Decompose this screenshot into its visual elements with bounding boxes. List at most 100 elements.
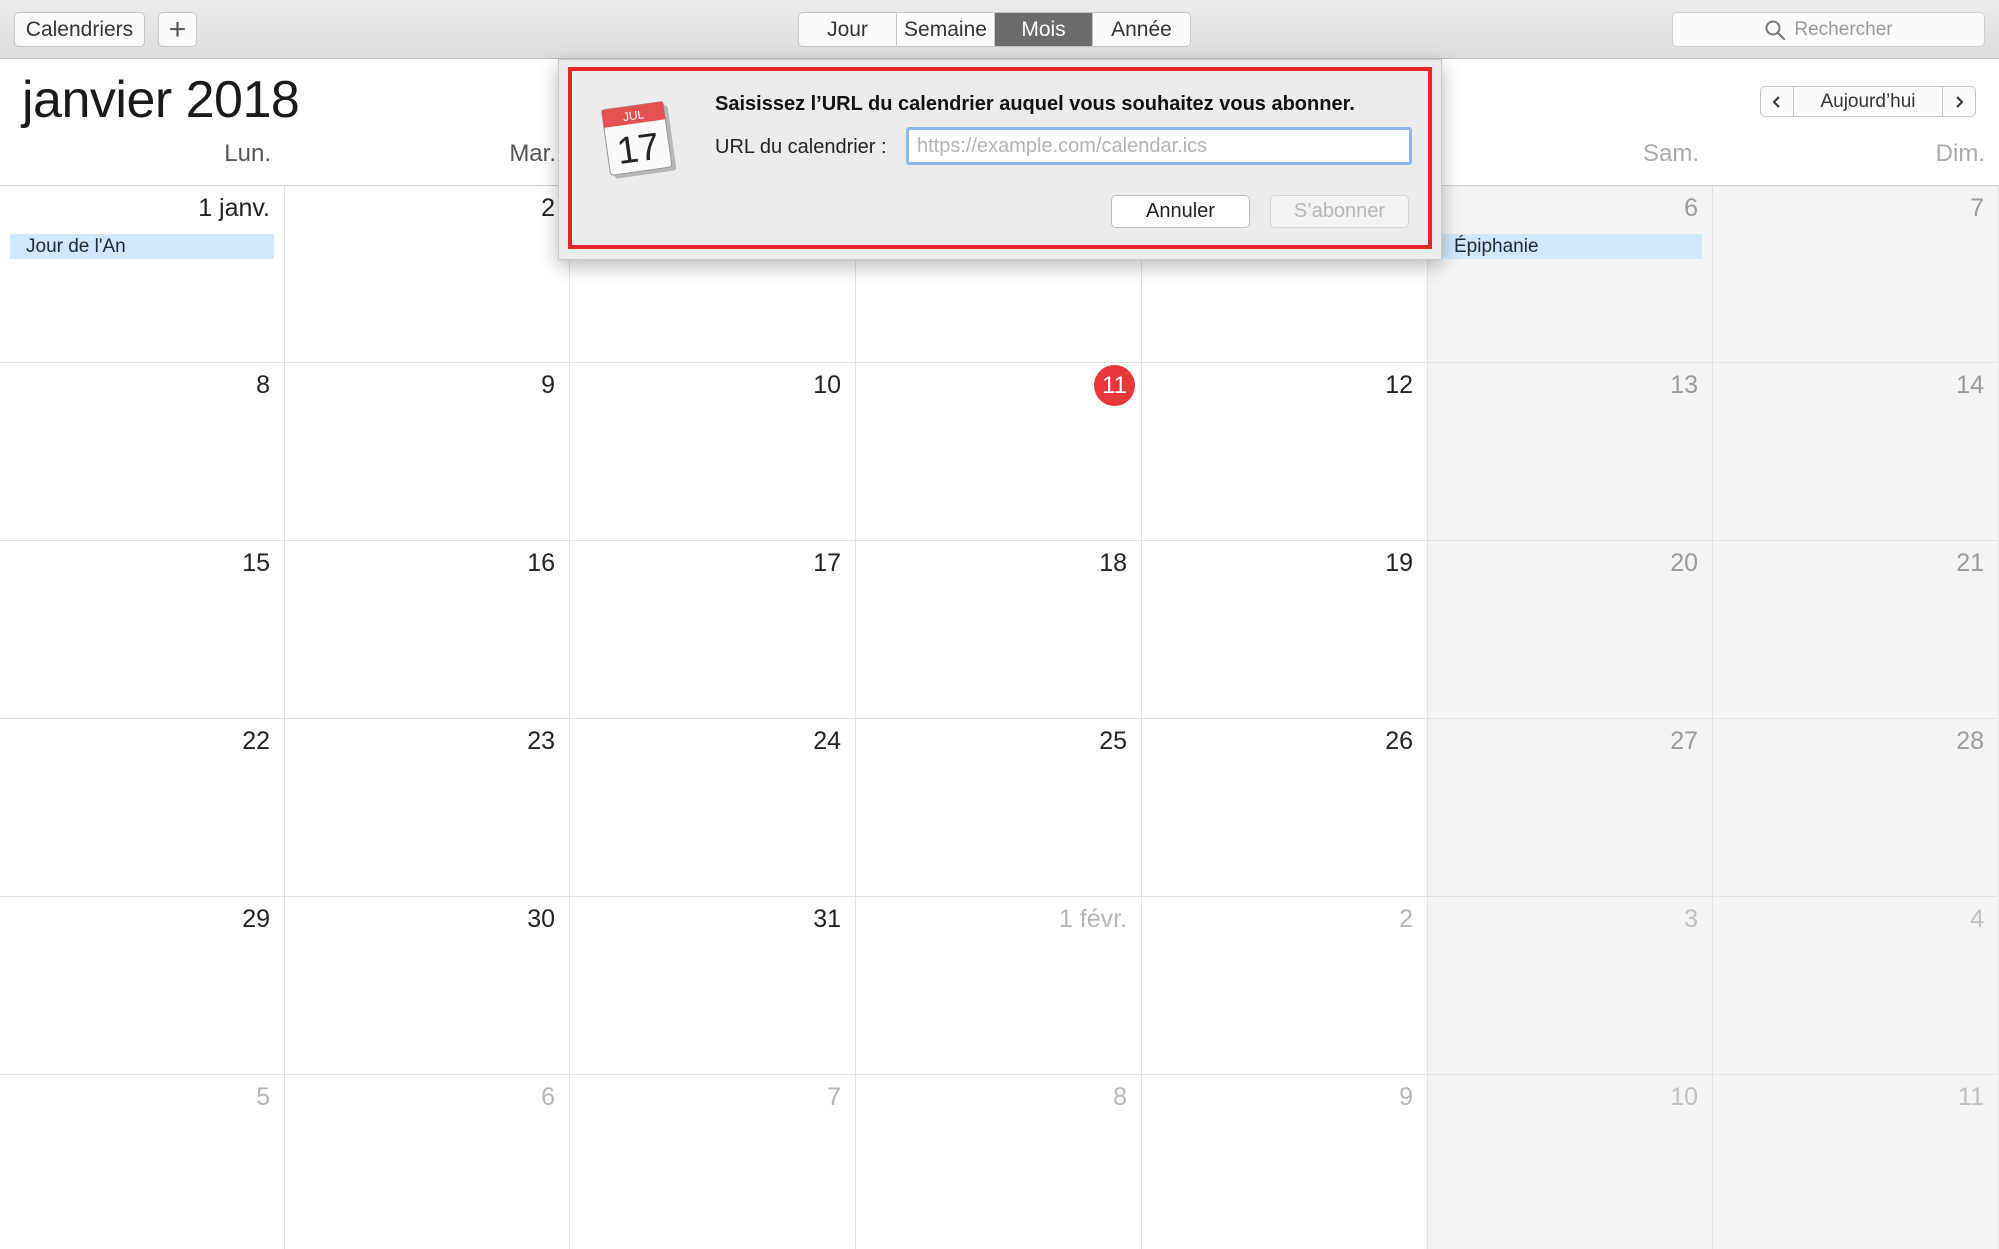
subscribe-button[interactable]: S’abonner (1270, 195, 1409, 228)
day-cell[interactable]: 28 (1713, 719, 1999, 897)
day-number: 7 (1970, 194, 1984, 222)
day-cell[interactable]: 18 (856, 541, 1142, 719)
search-placeholder: Rechercher (1794, 18, 1893, 40)
day-cell[interactable]: 31 (570, 897, 856, 1075)
day-number: 31 (813, 905, 841, 933)
day-cell[interactable]: 24 (570, 719, 856, 897)
weekday-label: Sam. (1642, 140, 1699, 167)
icon-day-text: 17 (614, 126, 662, 173)
day-cell[interactable]: 16 (285, 541, 570, 719)
day-number: 11 (1958, 1083, 1984, 1111)
day-cell[interactable]: 10 (570, 363, 856, 541)
month-title: janvier 2018 (22, 71, 300, 129)
day-number: 6 (1684, 194, 1698, 222)
day-number: 2 (1399, 905, 1413, 933)
weekday-label: Mar. (509, 140, 556, 167)
day-cell[interactable]: 23 (285, 719, 570, 897)
day-number: 5 (256, 1083, 270, 1111)
day-cell[interactable]: 4 (1713, 897, 1999, 1075)
day-cell[interactable]: 9 (1142, 1075, 1428, 1249)
calendar-url-input[interactable] (906, 127, 1412, 165)
icon-month-text: JUL (622, 107, 645, 124)
add-event-button[interactable]: + (158, 12, 197, 47)
weekday-label: Dim. (1935, 140, 1985, 167)
day-number: 16 (527, 549, 555, 577)
day-number: 1 janv. (198, 194, 270, 222)
search-field[interactable]: Rechercher (1672, 12, 1985, 47)
day-number: 1 févr. (1058, 905, 1127, 933)
day-number: 28 (1956, 727, 1984, 755)
day-number: 22 (242, 727, 270, 755)
tab-day[interactable]: Jour (799, 13, 897, 46)
day-number: 23 (527, 727, 555, 755)
day-cell[interactable]: 20 (1428, 541, 1713, 719)
day-number: 7 (827, 1083, 841, 1111)
day-number: 12 (1385, 371, 1413, 399)
calendar-event[interactable]: Jour de l'An (10, 234, 274, 259)
day-number: 25 (1099, 727, 1127, 755)
day-cell[interactable]: 2 (285, 186, 570, 363)
day-cell[interactable]: 30 (285, 897, 570, 1075)
day-number: 21 (1956, 549, 1984, 577)
day-cell[interactable]: 26 (1142, 719, 1428, 897)
day-cell[interactable]: 6 (285, 1075, 570, 1249)
day-cell[interactable]: 17 (570, 541, 856, 719)
tab-month[interactable]: Mois (995, 13, 1093, 46)
day-cell[interactable]: 1 févr. (856, 897, 1142, 1075)
day-cell[interactable]: 9 (285, 363, 570, 541)
day-cell[interactable]: 12 (1142, 363, 1428, 541)
day-number: 6 (541, 1083, 555, 1111)
day-number: 10 (813, 371, 841, 399)
day-cell[interactable]: 13 (1428, 363, 1713, 541)
calendar-app-icon: JUL 17 (601, 101, 677, 179)
day-cell[interactable]: 6 Épiphanie (1428, 186, 1713, 363)
day-cell[interactable]: 11 (1713, 1075, 1999, 1249)
today-button[interactable]: Aujourd’hui (1793, 86, 1943, 117)
day-number: 8 (1113, 1083, 1127, 1111)
calendars-button[interactable]: Calendriers (14, 12, 145, 47)
day-cell[interactable]: 3 (1428, 897, 1713, 1075)
day-cell[interactable]: 8 (856, 1075, 1142, 1249)
day-cell[interactable]: 22 (0, 719, 285, 897)
tab-week[interactable]: Semaine (897, 13, 995, 46)
day-cell[interactable]: 7 (1713, 186, 1999, 363)
tab-year[interactable]: Année (1093, 13, 1190, 46)
url-label: URL du calendrier : (715, 136, 887, 158)
day-number: 2 (541, 194, 555, 222)
day-number: 18 (1099, 549, 1127, 577)
day-cell[interactable]: 29 (0, 897, 285, 1075)
day-number: 15 (242, 549, 270, 577)
day-number: 13 (1670, 371, 1698, 399)
day-cell[interactable]: 11 (856, 363, 1142, 541)
chevron-left-icon (1772, 95, 1780, 108)
day-number: 10 (1670, 1083, 1698, 1111)
day-cell[interactable]: 21 (1713, 541, 1999, 719)
day-number: 9 (1399, 1083, 1413, 1111)
day-cell[interactable]: 2 (1142, 897, 1428, 1075)
month-grid: 1 janv.Jour de l'An23456Épiphanie7891011… (0, 185, 1999, 1249)
day-cell[interactable]: 10 (1428, 1075, 1713, 1249)
day-cell[interactable]: 25 (856, 719, 1142, 897)
day-number: 29 (242, 905, 270, 933)
day-cell[interactable]: 15 (0, 541, 285, 719)
calendar-event[interactable]: Épiphanie (1438, 234, 1702, 259)
day-cell[interactable]: 1 janv. Jour de l'An (0, 186, 285, 363)
day-cell[interactable]: 5 (0, 1075, 285, 1249)
day-cell[interactable]: 8 (0, 363, 285, 541)
previous-month-button[interactable] (1760, 86, 1794, 117)
day-cell[interactable]: 7 (570, 1075, 856, 1249)
day-number: 24 (813, 727, 841, 755)
day-cell[interactable]: 27 (1428, 719, 1713, 897)
day-number: 26 (1385, 727, 1413, 755)
view-switcher: Jour Semaine Mois Année (798, 12, 1191, 47)
today-date-badge: 11 (1094, 365, 1135, 406)
cancel-button[interactable]: Annuler (1111, 195, 1250, 228)
day-number: 17 (813, 549, 841, 577)
day-cell[interactable]: 14 (1713, 363, 1999, 541)
next-month-button[interactable] (1942, 86, 1976, 117)
day-number: 9 (541, 371, 555, 399)
day-number: 30 (527, 905, 555, 933)
day-cell[interactable]: 19 (1142, 541, 1428, 719)
search-icon (1765, 20, 1786, 40)
dialog-title: Saisissez l’URL du calendrier auquel vou… (715, 93, 1355, 115)
